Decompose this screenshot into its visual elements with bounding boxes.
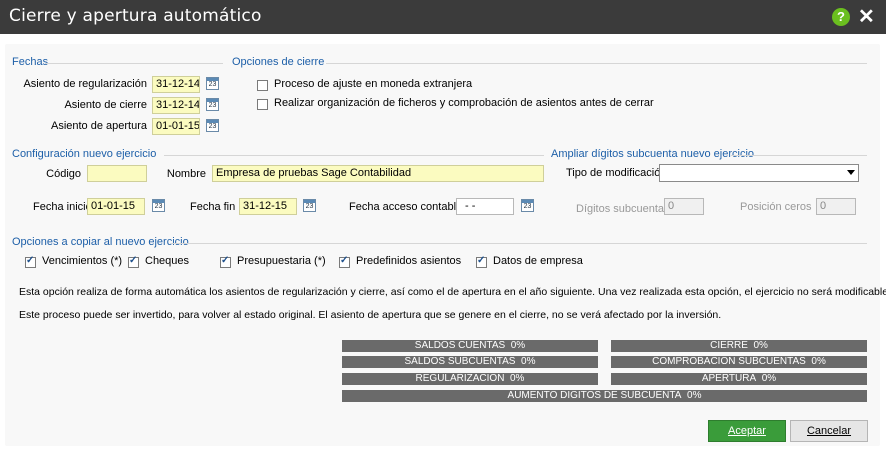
progress-percent: 0% bbox=[753, 340, 768, 351]
label-codigo: Código bbox=[46, 168, 81, 180]
checkbox-predefinidos-asientos[interactable] bbox=[339, 255, 350, 268]
progress-percent: 0% bbox=[687, 390, 702, 401]
fecha-inicio-field[interactable]: 01-01-15 bbox=[87, 198, 145, 215]
checkbox-datos-empresa[interactable] bbox=[476, 255, 487, 268]
nombre-field[interactable]: Empresa de pruebas Sage Contabilidad bbox=[212, 165, 544, 182]
calendar-icon[interactable]: 23 bbox=[206, 77, 219, 90]
checkbox-vencimientos[interactable] bbox=[25, 255, 36, 268]
posicion-ceros-field: 0 bbox=[816, 198, 856, 215]
calendar-icon[interactable]: 23 bbox=[303, 199, 316, 212]
label-asiento-apertura: Asiento de apertura bbox=[50, 120, 147, 132]
fecha-fin-field[interactable]: 31-12-15 bbox=[239, 198, 297, 215]
progress-percent: 0% bbox=[521, 356, 536, 367]
label-predefinidos-asientos: Predefinidos asientos bbox=[356, 255, 462, 267]
label-vencimientos: Vencimientos (*) bbox=[42, 255, 123, 267]
section-opciones-cierre: Opciones de cierre bbox=[232, 56, 325, 68]
label-asiento-cierre: Asiento de cierre bbox=[64, 99, 147, 111]
label-posicion-ceros: Posición ceros bbox=[740, 201, 812, 213]
progress-label: AUMENTO DIGITOS DE SUBCUENTA bbox=[507, 390, 682, 401]
label-datos-empresa: Datos de empresa bbox=[493, 255, 583, 267]
help-icon[interactable]: ? bbox=[832, 8, 850, 26]
divider bbox=[164, 155, 544, 156]
chevron-down-icon bbox=[847, 170, 855, 175]
progress-label: COMPROBACION SUBCUENTAS bbox=[652, 356, 806, 367]
label-presupuestaria: Presupuestaria (*) bbox=[237, 255, 326, 267]
section-configuracion: Configuración nuevo ejercicio bbox=[12, 148, 157, 160]
divider bbox=[731, 155, 867, 156]
label-nombre: Nombre bbox=[166, 168, 206, 180]
progress-percent: 0% bbox=[510, 340, 526, 351]
label-tipo-modificacion: Tipo de modificación bbox=[566, 167, 667, 179]
tipo-modificacion-select[interactable] bbox=[659, 164, 859, 182]
label-organizacion-ficheros: Realizar organización de ficheros y comp… bbox=[274, 97, 654, 109]
label-ajuste-moneda: Proceso de ajuste en moneda extranjera bbox=[274, 78, 473, 90]
info-text-2: Este proceso puede ser invertido, para v… bbox=[19, 309, 722, 321]
calendar-icon[interactable]: 23 bbox=[152, 199, 165, 212]
cancel-button[interactable]: Cancelar bbox=[790, 420, 868, 442]
accept-button[interactable]: Aceptar bbox=[708, 420, 786, 442]
progress-label: APERTURA bbox=[701, 373, 757, 384]
label-fecha-inicio: Fecha inicio bbox=[33, 201, 92, 213]
divider bbox=[171, 243, 867, 244]
calendar-icon[interactable]: 23 bbox=[206, 98, 219, 111]
progress-label: REGULARIZACION bbox=[415, 373, 505, 384]
asiento-apertura-field[interactable]: 01-01-15 bbox=[152, 118, 200, 135]
progress-cierre: CIERRE 0% bbox=[611, 340, 867, 352]
divider bbox=[326, 63, 867, 64]
codigo-field[interactable] bbox=[87, 165, 147, 182]
title-bar: Cierre y apertura automático ? ✕ bbox=[0, 0, 886, 34]
calendar-icon[interactable]: 23 bbox=[521, 199, 534, 212]
progress-regularizacion: REGULARIZACION 0% bbox=[342, 373, 598, 385]
progress-percent: 0% bbox=[761, 373, 777, 384]
calendar-icon[interactable]: 23 bbox=[206, 119, 219, 132]
progress-label: SALDOS SUBCUENTAS bbox=[404, 356, 516, 367]
section-fechas: Fechas bbox=[12, 56, 49, 68]
checkbox-cheques[interactable] bbox=[128, 255, 139, 268]
fecha-acceso-field[interactable]: - - bbox=[456, 198, 514, 215]
progress-percent: 0% bbox=[811, 356, 826, 367]
checkbox-ajuste-moneda[interactable] bbox=[257, 80, 268, 91]
info-text-1: Esta opción realiza de forma automática … bbox=[19, 286, 886, 298]
progress-percent: 0% bbox=[510, 373, 525, 384]
section-opciones-copiar: Opciones a copiar al nuevo ejercicio bbox=[12, 236, 189, 248]
progress-saldos-subcuentas: SALDOS SUBCUENTAS 0% bbox=[342, 356, 598, 368]
label-fecha-fin: Fecha fin bbox=[190, 201, 236, 213]
divider bbox=[45, 63, 223, 64]
digitos-subcuenta-field: 0 bbox=[664, 198, 704, 215]
label-asiento-regularizacion: Asiento de regularización bbox=[23, 78, 147, 90]
section-ampliar-digitos: Ampliar dígitos subcuenta nuevo ejercici… bbox=[551, 148, 755, 160]
label-cheques: Cheques bbox=[145, 255, 190, 267]
progress-label: CIERRE bbox=[710, 340, 748, 351]
label-fecha-acceso: Fecha acceso contable bbox=[349, 201, 463, 213]
asiento-regularizacion-field[interactable]: 31-12-14 bbox=[152, 76, 200, 93]
checkbox-presupuestaria[interactable] bbox=[220, 255, 231, 268]
window-title: Cierre y apertura automático bbox=[9, 6, 262, 26]
progress-apertura: APERTURA 0% bbox=[611, 373, 867, 385]
label-digitos-subcuenta: Dígitos subcuenta bbox=[576, 203, 665, 215]
checkbox-organizacion-ficheros[interactable] bbox=[257, 99, 268, 110]
progress-saldos-cuentas: SALDOS CUENTAS 0% bbox=[342, 340, 598, 352]
progress-aumento-digitos: AUMENTO DIGITOS DE SUBCUENTA 0% bbox=[342, 390, 867, 402]
progress-label: SALDOS CUENTAS bbox=[414, 340, 506, 351]
asiento-cierre-field[interactable]: 31-12-14 bbox=[152, 97, 200, 114]
progress-comprobacion-subcuentas: COMPROBACION SUBCUENTAS 0% bbox=[611, 356, 867, 368]
close-icon[interactable]: ✕ bbox=[858, 4, 875, 29]
